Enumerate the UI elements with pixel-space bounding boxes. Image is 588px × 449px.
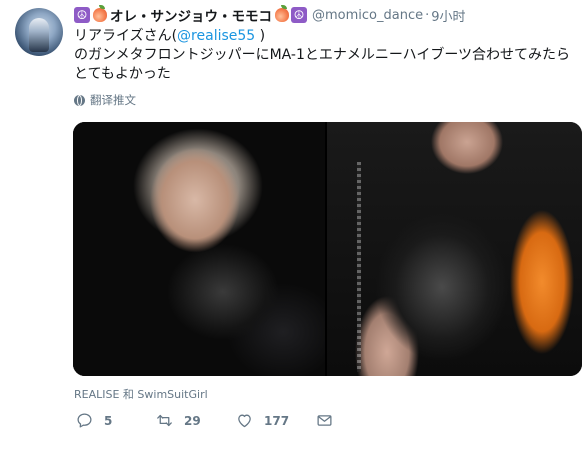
retweet-icon <box>157 414 172 427</box>
media-photo-2[interactable] <box>327 122 582 376</box>
peace-emoji-icon: ☮ <box>74 7 90 23</box>
separator-dot: · <box>425 7 430 23</box>
translate-tweet-button[interactable]: 翻译推文 <box>74 92 578 108</box>
globe-icon <box>74 94 85 106</box>
mention-link[interactable]: @realise55 <box>177 28 255 44</box>
tweet-header: ☮ オレ・サンジョウ・モモコ ☮ @momico_dance · 9小时 <box>74 5 578 25</box>
media-photo-1[interactable] <box>73 122 325 376</box>
tweet-actions: 5 29 177 <box>76 412 333 429</box>
tweet-content: ☮ オレ・サンジョウ・モモコ ☮ @momico_dance · 9小时 リアラ… <box>74 5 578 108</box>
retweet-button[interactable]: 29 <box>156 412 236 429</box>
reply-icon <box>77 413 92 428</box>
peach-emoji-icon <box>275 5 289 22</box>
tweet: ☮ オレ・サンジョウ・モモコ ☮ @momico_dance · 9小时 リアラ… <box>0 0 588 449</box>
tweet-text-line1-suffix: ) <box>255 28 266 44</box>
like-button[interactable]: 177 <box>236 412 316 429</box>
translate-label: 翻译推文 <box>90 93 136 107</box>
envelope-icon <box>317 415 332 426</box>
reply-button[interactable]: 5 <box>76 412 156 429</box>
like-count: 177 <box>264 413 290 428</box>
tweet-timestamp[interactable]: 9小时 <box>431 6 465 25</box>
reply-count: 5 <box>104 413 113 428</box>
direct-message-button[interactable] <box>316 412 333 429</box>
heart-icon <box>238 414 251 428</box>
tweet-text-line2: のガンメタフロントジッパーにMA-1とエナメルニーハイブーツ合わせてみたら <box>74 47 571 63</box>
tweet-text: リアライズさん(@realise55 ) のガンメタフロントジッパーにMA-1と… <box>74 27 578 84</box>
zipper-detail <box>357 162 361 372</box>
user-handle[interactable]: @momico_dance <box>312 8 423 23</box>
avatar[interactable] <box>15 8 63 56</box>
retweet-count: 29 <box>184 413 201 428</box>
peace-emoji-icon: ☮ <box>291 7 307 23</box>
tweet-text-line3: とてもよかった <box>74 66 171 82</box>
media-credit[interactable]: REALISE 和 SwimSuitGirl <box>74 386 208 402</box>
display-name[interactable]: オレ・サンジョウ・モモコ <box>110 5 272 25</box>
tweet-text-line1-prefix: リアライズさん( <box>74 28 178 44</box>
peach-emoji-icon <box>93 5 107 22</box>
media-grid <box>73 122 582 376</box>
